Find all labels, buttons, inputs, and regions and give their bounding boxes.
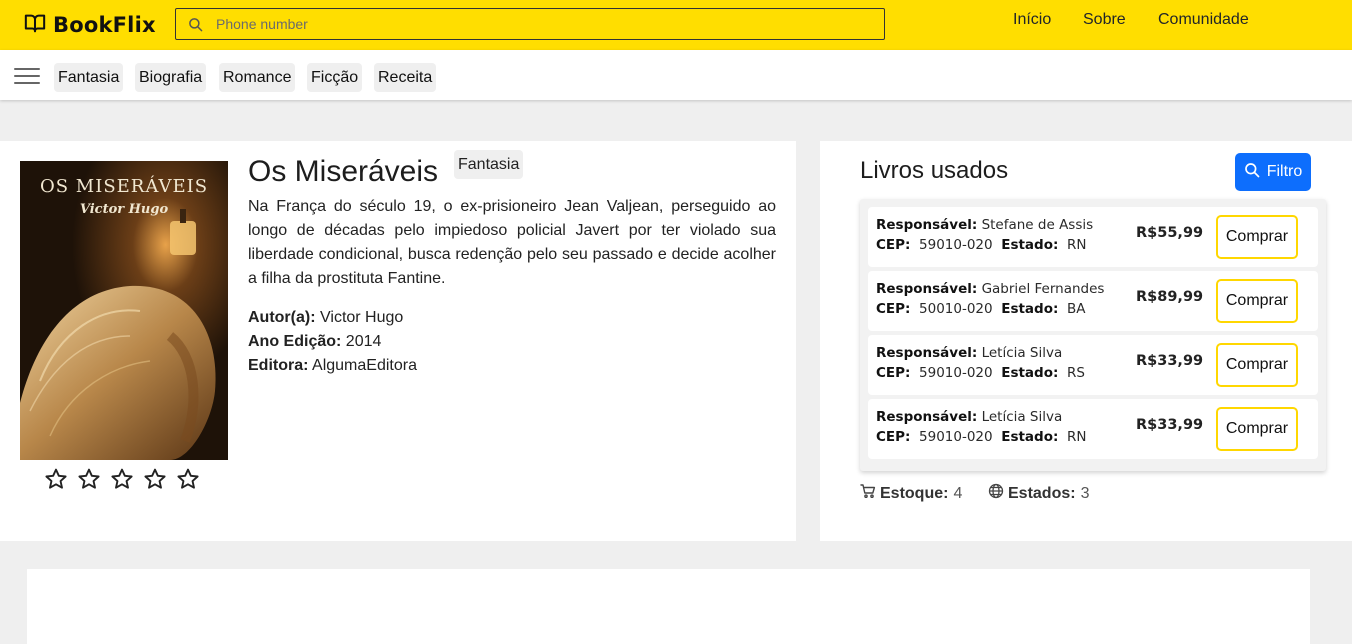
book-year-row: Ano Edição: 2014 — [248, 333, 381, 351]
category-biografia[interactable]: Biografia — [135, 63, 207, 92]
offer-state: RN — [1066, 429, 1087, 445]
offer-cep: 59010-020 — [919, 237, 993, 253]
state-label: Estado: — [1001, 429, 1059, 445]
cep-label: CEP: — [876, 429, 911, 445]
cep-label: CEP: — [876, 301, 911, 317]
stock-label: Estoque: — [880, 484, 949, 502]
used-books-card: Livros usados Filtro Responsável: Stefan… — [820, 141, 1352, 541]
states-value: 3 — [1080, 484, 1090, 502]
states-label: Estados: — [1008, 484, 1076, 502]
publisher-label: Editora: — [248, 357, 309, 374]
stock-value: 4 — [953, 484, 963, 502]
book-cover: OS MISERÁVEIS Victor Hugo — [20, 161, 228, 460]
offer-owner: Letícia Silva — [981, 409, 1063, 425]
offer-price: R$33,99 — [1136, 417, 1204, 433]
offer-owner: Stefane de Assis — [981, 217, 1094, 233]
offer-item: Responsável: Letícia Silva CEP: 59010-02… — [868, 335, 1318, 395]
search-icon — [1244, 162, 1260, 183]
category-receita[interactable]: Receita — [374, 63, 437, 92]
book-author: Victor Hugo — [320, 309, 404, 326]
cart-icon — [860, 483, 880, 504]
offer-item: Responsável: Stefane de Assis CEP: 59010… — [868, 207, 1318, 267]
offer-cep: 59010-020 — [919, 365, 993, 381]
star-icon[interactable] — [176, 467, 200, 491]
used-offers-list: Responsável: Stefane de Assis CEP: 59010… — [860, 199, 1326, 471]
buy-button[interactable]: Comprar — [1216, 279, 1298, 323]
used-books-title: Livros usados — [860, 157, 1009, 184]
globe-icon — [988, 483, 1008, 504]
buy-button[interactable]: Comprar — [1216, 407, 1298, 451]
book-year: 2014 — [345, 333, 382, 350]
offer-price: R$89,99 — [1136, 289, 1204, 305]
genre-badge[interactable]: Fantasia — [454, 150, 524, 179]
state-label: Estado: — [1001, 237, 1059, 253]
book-description: Na França do século 19, o ex-prisioneiro… — [248, 198, 776, 287]
state-label: Estado: — [1001, 365, 1059, 381]
star-icon[interactable] — [143, 467, 167, 491]
book-publisher: AlgumaEditora — [312, 357, 417, 374]
book-author-row: Autor(a): Victor Hugo — [248, 309, 403, 327]
filter-button[interactable]: Filtro — [1235, 153, 1311, 191]
menu-icon[interactable] — [14, 65, 40, 87]
category-fantasia[interactable]: Fantasia — [54, 63, 124, 92]
owner-label: Responsável: — [876, 217, 978, 233]
offer-item: Responsável: Gabriel Fernandes CEP: 5001… — [868, 271, 1318, 331]
search-input[interactable] — [216, 16, 856, 32]
offer-cep: 50010-020 — [919, 301, 993, 317]
offer-cep: 59010-020 — [919, 429, 993, 445]
owner-label: Responsável: — [876, 281, 978, 297]
category-romance[interactable]: Romance — [219, 63, 296, 92]
star-icon[interactable] — [44, 467, 68, 491]
book-details-card: OS MISERÁVEIS Victor Hugo Os Miseráveis … — [0, 141, 796, 541]
book-title: Os Miseráveis — [248, 155, 439, 188]
cover-author: Victor Hugo — [80, 202, 169, 217]
owner-label: Responsável: — [876, 409, 978, 425]
offer-state: RN — [1066, 237, 1087, 253]
offer-item: Responsável: Letícia Silva CEP: 59010-02… — [868, 399, 1318, 459]
filter-button-label: Filtro — [1266, 163, 1303, 180]
offer-owner: Gabriel Fernandes — [981, 281, 1105, 297]
offer-state: BA — [1066, 301, 1086, 317]
category-ficcao[interactable]: Ficção — [307, 63, 363, 92]
search-icon — [188, 16, 204, 32]
search-box — [175, 8, 885, 40]
book-open-icon — [24, 12, 46, 39]
states-stat: Estados: 3 — [988, 483, 1089, 504]
app-name: BookFlix — [53, 13, 156, 37]
buy-button[interactable]: Comprar — [1216, 343, 1298, 387]
bottom-content-card — [27, 569, 1310, 644]
author-label: Autor(a): — [248, 309, 316, 326]
year-label: Ano Edição: — [248, 333, 342, 350]
category-bar: Fantasia Biografia Romance Ficção Receit… — [0, 50, 1352, 100]
offer-owner: Letícia Silva — [981, 345, 1063, 361]
book-publisher-row: Editora: AlgumaEditora — [248, 357, 417, 375]
nav-link-inicio[interactable]: Início — [1013, 11, 1051, 29]
offer-price: R$33,99 — [1136, 353, 1204, 369]
rating-stars — [44, 467, 200, 491]
top-navbar: BookFlix Início Sobre Comunidade — [0, 0, 1352, 50]
state-label: Estado: — [1001, 301, 1059, 317]
star-icon[interactable] — [77, 467, 101, 491]
nav-link-comunidade[interactable]: Comunidade — [1158, 11, 1249, 29]
stock-stat: Estoque: 4 — [860, 483, 962, 504]
star-icon[interactable] — [110, 467, 134, 491]
nav-link-sobre[interactable]: Sobre — [1083, 11, 1126, 29]
cep-label: CEP: — [876, 365, 911, 381]
buy-button[interactable]: Comprar — [1216, 215, 1298, 259]
cep-label: CEP: — [876, 237, 911, 253]
owner-label: Responsável: — [876, 345, 978, 361]
offer-state: RS — [1066, 365, 1085, 381]
brand[interactable]: BookFlix — [24, 11, 156, 39]
cover-title: OS MISERÁVEIS — [40, 174, 208, 197]
offer-price: R$55,99 — [1136, 225, 1204, 241]
